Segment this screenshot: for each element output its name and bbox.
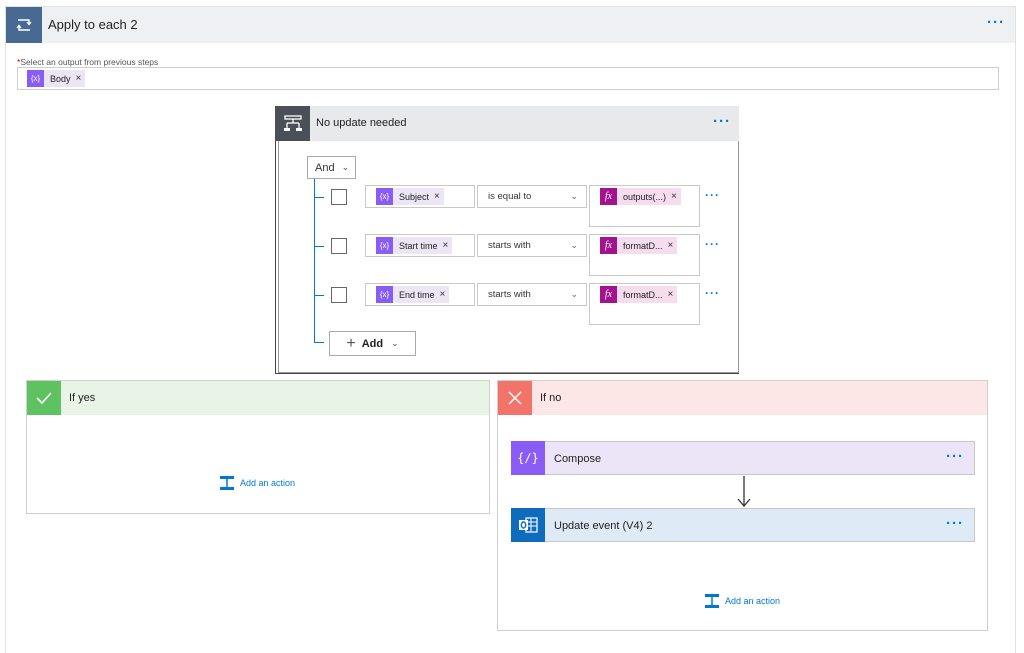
chevron-down-icon: ⌄ [391, 338, 399, 348]
tree-branch-line [314, 342, 324, 343]
condition-left-operand[interactable]: {x} End time × [365, 283, 475, 306]
tree-branch-line [314, 246, 324, 247]
compose-title: Compose [554, 453, 602, 465]
chevron-down-icon: ⌄ [570, 191, 578, 201]
if-no-header: If no [498, 381, 987, 415]
outlook-icon [511, 508, 545, 542]
fx-icon: fx [600, 237, 617, 254]
remove-token-icon[interactable]: × [443, 240, 453, 251]
update-event-more-menu[interactable]: ··· [946, 515, 964, 532]
variable-icon: {x} [376, 286, 393, 303]
condition-left-operand[interactable]: {x} Subject × [365, 185, 475, 208]
add-button-label: Add [361, 337, 384, 350]
start-time-token[interactable]: {x} Start time × [376, 237, 453, 254]
token-label: End time [399, 289, 435, 300]
select-output-label: *Select an output from previous steps [17, 57, 158, 67]
update-event-action-card[interactable]: Update event (V4) 2 ··· [511, 508, 975, 542]
token-label: Body [50, 73, 71, 84]
fx-icon: fx [600, 286, 617, 303]
token-label: Start time [399, 240, 438, 251]
remove-token-icon[interactable]: × [671, 191, 681, 202]
token-label: formatD... [623, 240, 663, 251]
subject-token[interactable]: {x} Subject × [376, 188, 444, 205]
fx-icon: fx [600, 188, 617, 205]
tree-branch-line [314, 197, 324, 198]
compose-action-card[interactable]: {∕} Compose ··· [511, 441, 975, 475]
flow-designer-canvas: Apply to each 2 ··· *Select an output fr… [0, 0, 1024, 653]
update-event-title: Update event (V4) 2 [554, 520, 653, 532]
row-checkbox[interactable] [331, 287, 347, 303]
token-label: formatD... [623, 289, 663, 300]
expression-token[interactable]: fx formatD... × [600, 237, 678, 254]
if-yes-header: If yes [27, 381, 489, 415]
flow-arrow-icon [737, 476, 751, 507]
token-label: outputs(...) [623, 191, 667, 202]
remove-token-icon[interactable]: × [76, 73, 86, 84]
condition-more-menu[interactable]: ··· [713, 113, 731, 130]
condition-right-operand[interactable]: fx formatD... × [589, 234, 700, 276]
row-checkbox[interactable] [331, 238, 347, 254]
checkmark-icon [27, 381, 61, 415]
chevron-down-icon: ⌄ [341, 162, 350, 172]
expression-token[interactable]: fx formatD... × [600, 286, 678, 303]
row-more-menu[interactable]: ··· [705, 286, 720, 300]
and-or-label: And [315, 161, 335, 174]
variable-icon: {x} [376, 237, 393, 254]
select-output-label-text: Select an output from previous steps [20, 57, 159, 67]
condition-title: No update needed [316, 117, 407, 129]
chevron-down-icon: ⌄ [570, 289, 578, 299]
close-icon [498, 381, 532, 415]
tree-branch-line [314, 295, 324, 296]
condition-left-operand[interactable]: {x} Start time × [365, 234, 475, 257]
condition-operator-dropdown[interactable]: is equal to ⌄ [477, 185, 587, 208]
end-time-token[interactable]: {x} End time × [376, 286, 450, 303]
condition-operator-dropdown[interactable]: starts with ⌄ [477, 283, 587, 306]
row-more-menu[interactable]: ··· [705, 237, 720, 251]
apply-to-each-more-menu[interactable]: ··· [987, 14, 1005, 31]
apply-to-each-header[interactable]: Apply to each 2 ··· [6, 7, 1015, 43]
add-action-link[interactable]: Add an action [704, 593, 780, 609]
body-token[interactable]: {x} Body × [27, 70, 86, 87]
remove-token-icon[interactable]: × [668, 240, 678, 251]
add-action-link[interactable]: Add an action [219, 475, 295, 491]
apply-to-each-title: Apply to each 2 [48, 17, 138, 32]
operator-label: starts with [488, 240, 531, 251]
row-more-menu[interactable]: ··· [705, 188, 720, 202]
if-no-title: If no [540, 392, 562, 404]
variable-icon: {x} [27, 70, 44, 87]
if-yes-title: If yes [69, 392, 96, 404]
compose-more-menu[interactable]: ··· [946, 448, 964, 465]
add-action-icon [220, 476, 234, 490]
remove-token-icon[interactable]: × [434, 191, 444, 202]
plus-icon: + [346, 334, 356, 352]
variable-icon: {x} [376, 188, 393, 205]
loop-icon [6, 7, 42, 43]
if-yes-branch: If yes Add an action [26, 380, 490, 514]
expression-token[interactable]: fx outputs(...) × [600, 188, 681, 205]
condition-icon [275, 106, 310, 141]
chevron-down-icon: ⌄ [570, 240, 578, 250]
condition-body: And ⌄ {x} Subject × is equal to ⌄ fx out… [278, 141, 739, 373]
token-label: Subject [399, 191, 430, 202]
select-output-input[interactable]: {x} Body × [17, 67, 999, 90]
add-action-label: Add an action [725, 596, 781, 606]
condition-right-operand[interactable]: fx formatD... × [589, 283, 700, 325]
tree-line [314, 179, 315, 342]
add-action-label: Add an action [240, 478, 296, 488]
add-action-icon [705, 594, 719, 608]
add-condition-button[interactable]: + Add ⌄ [329, 331, 416, 356]
condition-card: No update needed ··· And ⌄ {x} Subject × [275, 106, 739, 374]
remove-token-icon[interactable]: × [440, 289, 450, 300]
if-no-branch: If no {∕} Compose ··· Update event (V4) … [497, 380, 988, 631]
compose-icon: {∕} [511, 441, 545, 475]
operator-label: is equal to [488, 191, 532, 202]
and-or-dropdown[interactable]: And ⌄ [307, 156, 356, 179]
operator-label: starts with [488, 289, 531, 300]
row-checkbox[interactable] [331, 189, 347, 205]
condition-operator-dropdown[interactable]: starts with ⌄ [477, 234, 587, 257]
condition-right-operand[interactable]: fx outputs(...) × [589, 185, 700, 227]
remove-token-icon[interactable]: × [668, 289, 678, 300]
condition-header[interactable]: No update needed ··· [275, 106, 739, 141]
